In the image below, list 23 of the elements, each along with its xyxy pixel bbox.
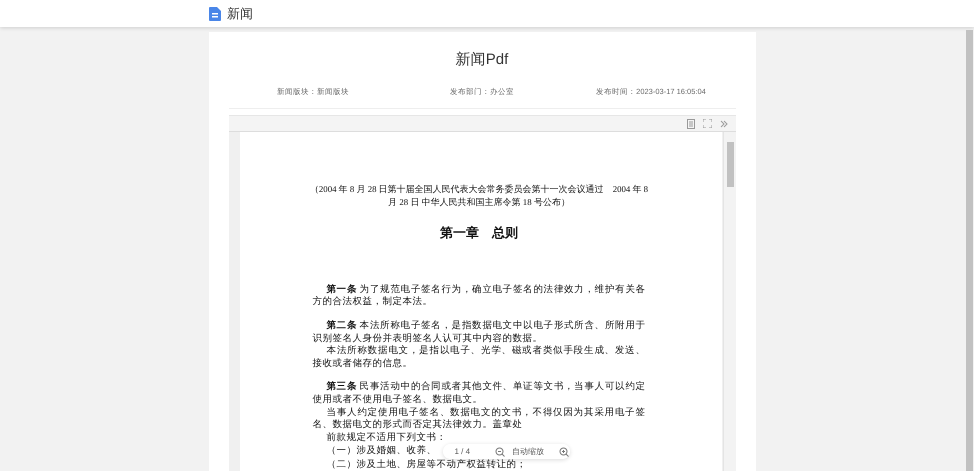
page-indicator: 1 / 4 xyxy=(454,447,470,456)
article-title: 新闻Pdf xyxy=(454,50,510,70)
zoom-in-icon[interactable] xyxy=(559,446,570,456)
paragraph: （二）涉及土地、房屋等不动产权益转让的； xyxy=(326,458,526,471)
paragraph: 本法所称数据电文，是指以电子、光学、磁或者类似手段生成、发送、接收或者储存的信息。 xyxy=(312,345,646,370)
paragraph: 第二条 本法所称电子签名，是指数据电文中以电子形式所含、所附用于识别签名人身份并表明签名人认可其中内容的数据。 xyxy=(312,320,646,345)
page-scrollbar[interactable] xyxy=(966,30,973,471)
document-icon[interactable] xyxy=(686,118,694,128)
preamble-text: （2004 年 8 月 28 日第十届全国人民代表大会常务委员会第十一次会议通过 2004 年 8 月 28 日 中华人民共和国主席令第 18 号公布） xyxy=(308,183,650,208)
scrollbar[interactable] xyxy=(722,132,736,471)
chapter-heading: 第一章 总则 xyxy=(439,228,519,241)
paragraph: （一）涉及婚姻、收养、 xyxy=(326,444,436,458)
scrollbar-thumb[interactable] xyxy=(726,142,734,187)
double-chevron-icon[interactable] xyxy=(720,120,728,128)
page-title: 新闻 xyxy=(227,4,253,22)
paragraph: 前款规定不适用下列文书： xyxy=(326,432,448,444)
zoom-label[interactable]: 自动缩放 xyxy=(512,446,544,457)
document-icon xyxy=(209,6,221,20)
paragraph: 当事人约定使用电子签名、数据电文的文书，不得仅因为其采用电子签名、数据电文的形式而否定其法律效力。盖章处 xyxy=(312,406,646,432)
fullscreen-icon[interactable] xyxy=(702,119,712,128)
zoom-out-icon[interactable] xyxy=(495,446,506,456)
paragraph: 第三条 民事活动中的合同或者其他文件、单证等文书，当事人可以约定使用或者不使用电子签名、数据电文。 xyxy=(312,381,646,407)
paragraph: 第一条 为了规范电子签名行为，确立电子签名的法律效力，维护有关各方的合法权益，制定本法。 xyxy=(312,284,646,309)
